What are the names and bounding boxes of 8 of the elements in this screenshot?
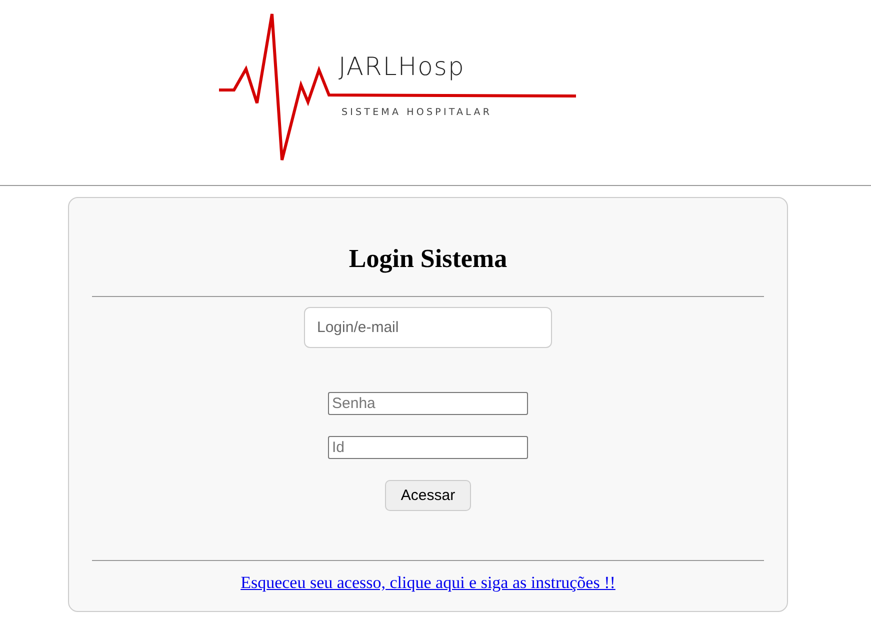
logo-name: JARLHosp [338, 52, 465, 81]
input-field[interactable]: Id [328, 436, 528, 459]
access-button[interactable]: Acessar [385, 480, 471, 511]
input-field[interactable]: Senha [328, 392, 528, 415]
logo-tagline: SISTEMA HOSPITALAR [342, 107, 492, 118]
forgot-access-link[interactable]: Esqueceu seu acesso, clique aqui e siga as instruções !! [240, 573, 616, 593]
login-field[interactable]: Login/e-mail [304, 307, 552, 348]
login-title: Login Sistema [348, 243, 508, 275]
